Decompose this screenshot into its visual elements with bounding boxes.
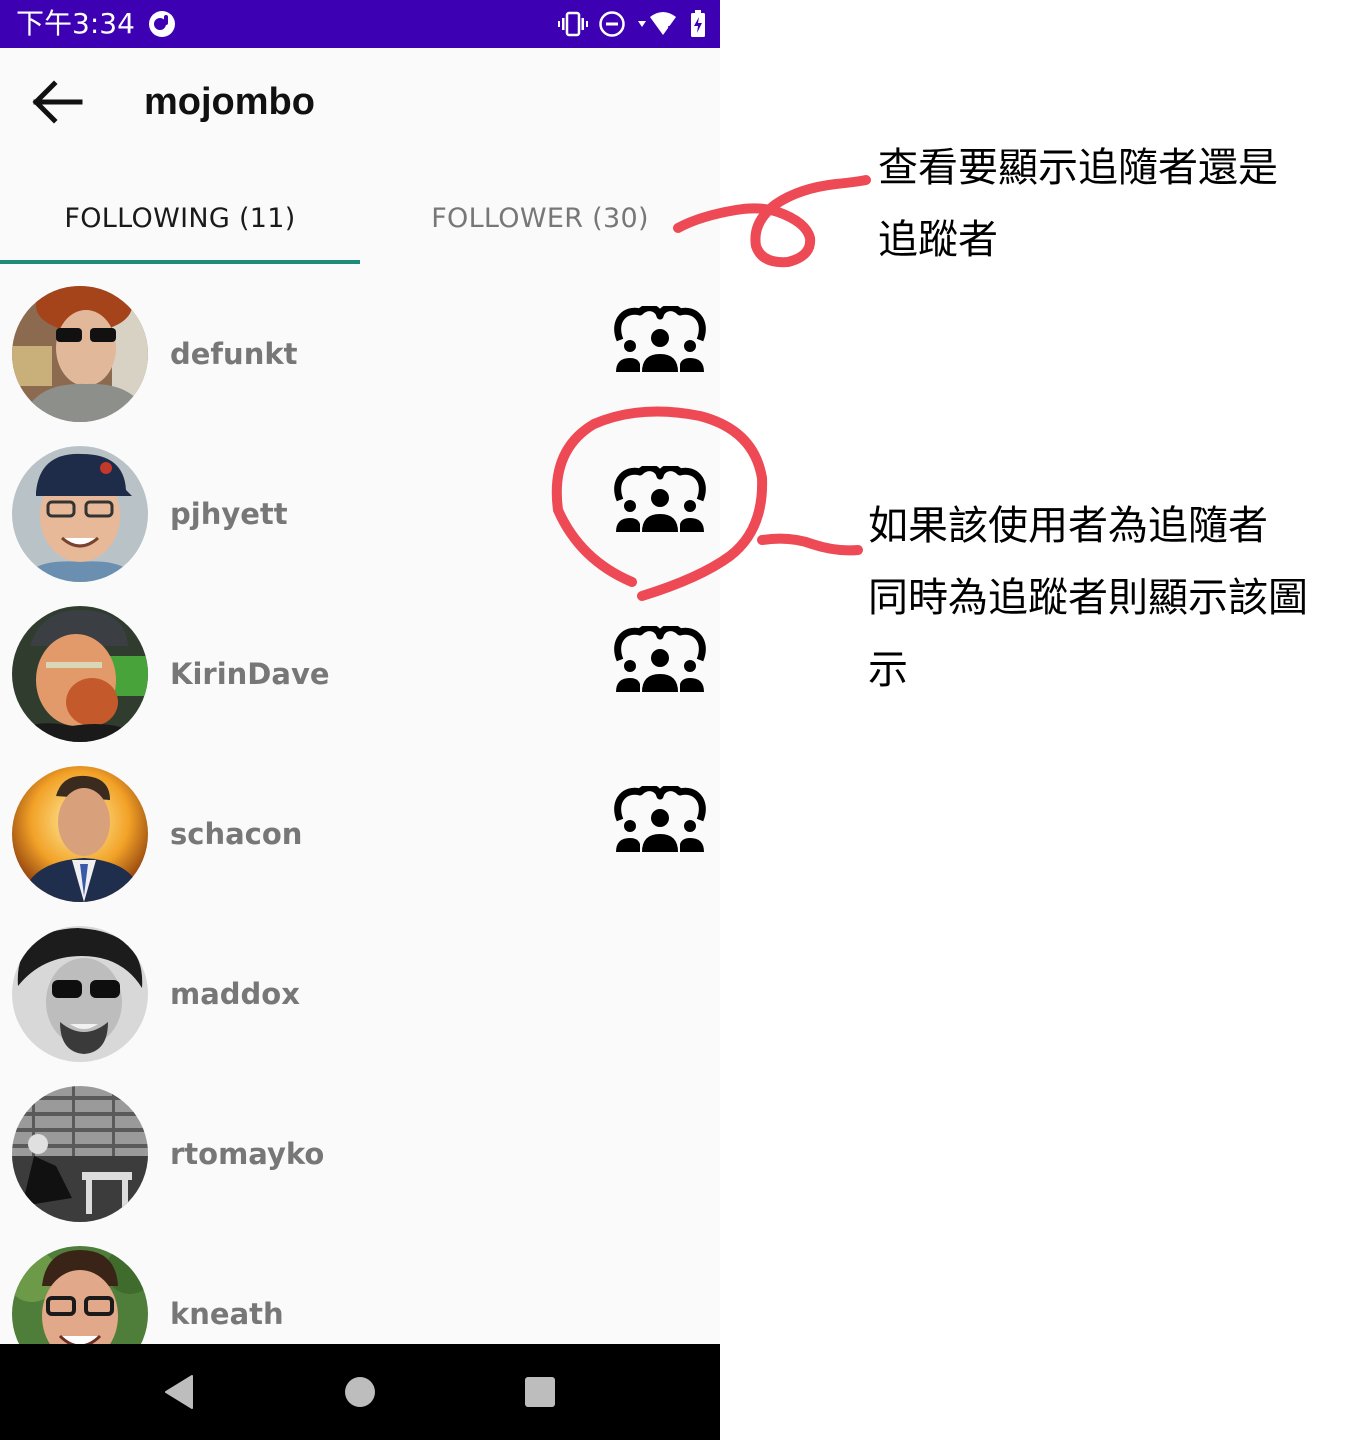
user-list: defunkt pjhyett KirinDave schacon maddox… <box>0 272 720 1392</box>
list-item[interactable]: schacon <box>0 752 720 912</box>
annotation-line: 查看要顯示追隨者還是 <box>878 145 1278 191</box>
app-notification-icon <box>149 11 175 37</box>
mutual-follow-icon <box>614 786 706 852</box>
annotation-line: 追蹤者 <box>878 217 998 263</box>
list-item[interactable]: defunkt <box>0 272 720 432</box>
screenshot-canvas: 下午3:34 5 mojombo FOLLOWING (11) FOLLOWER… <box>0 0 1364 1440</box>
app-bar: mojombo <box>0 48 720 160</box>
avatar <box>12 1086 148 1222</box>
tab-indicator <box>0 260 360 264</box>
home-circle-icon[interactable] <box>340 1372 380 1412</box>
page-title: mojombo <box>144 81 315 123</box>
avatar <box>12 446 148 582</box>
tab-following[interactable]: FOLLOWING (11) <box>0 176 360 260</box>
username: schacon <box>170 817 303 851</box>
system-nav-bar <box>0 1344 720 1440</box>
arrow-left-icon <box>32 80 83 124</box>
username: defunkt <box>170 337 298 371</box>
annotation-line: 同時為追蹤者則顯示該圖 <box>868 575 1308 621</box>
avatar <box>12 766 148 902</box>
username: pjhyett <box>170 497 288 531</box>
list-item[interactable]: KirinDave <box>0 592 720 752</box>
username: rtomayko <box>170 1137 325 1171</box>
status-time: 下午3:34 <box>16 7 135 40</box>
annotation-line: 如果該使用者為追隨者 <box>868 503 1268 549</box>
list-item[interactable]: rtomayko <box>0 1072 720 1232</box>
back-button[interactable] <box>22 76 90 128</box>
back-triangle-icon[interactable] <box>160 1372 200 1412</box>
status-icons: 5 <box>558 10 706 38</box>
status-bar: 下午3:34 5 <box>0 0 720 48</box>
tab-bar: FOLLOWING (11) FOLLOWER (30) <box>0 176 720 264</box>
list-item[interactable]: pjhyett <box>0 432 720 592</box>
username: kneath <box>170 1297 284 1331</box>
annotation-tab-note: 查看要顯示追隨者還是 追蹤者 <box>878 132 1348 276</box>
username: KirinDave <box>170 657 330 691</box>
list-item[interactable]: maddox <box>0 912 720 1072</box>
annotation-icon-note: 如果該使用者為追隨者 同時為追蹤者則顯示該圖 示 <box>868 490 1358 706</box>
vibrate-icon <box>558 11 588 37</box>
do-not-disturb-icon <box>599 11 625 37</box>
svg-text:5: 5 <box>667 24 675 37</box>
battery-charging-icon <box>691 10 705 37</box>
wifi-icon: 5 <box>638 12 676 37</box>
recents-square-icon[interactable] <box>520 1372 560 1412</box>
mutual-follow-icon <box>614 626 706 692</box>
username: maddox <box>170 977 300 1011</box>
phone-screen: 下午3:34 5 mojombo FOLLOWING (11) FOLLOWER… <box>0 0 720 1440</box>
mutual-follow-icon <box>614 466 706 532</box>
tab-follower[interactable]: FOLLOWER (30) <box>360 176 720 260</box>
mutual-follow-icon <box>614 306 706 372</box>
avatar <box>12 606 148 742</box>
tab-follower-label: FOLLOWER (30) <box>431 202 649 234</box>
annotation-line: 示 <box>868 647 908 693</box>
tab-following-label: FOLLOWING (11) <box>64 202 296 234</box>
avatar <box>12 286 148 422</box>
avatar <box>12 926 148 1062</box>
